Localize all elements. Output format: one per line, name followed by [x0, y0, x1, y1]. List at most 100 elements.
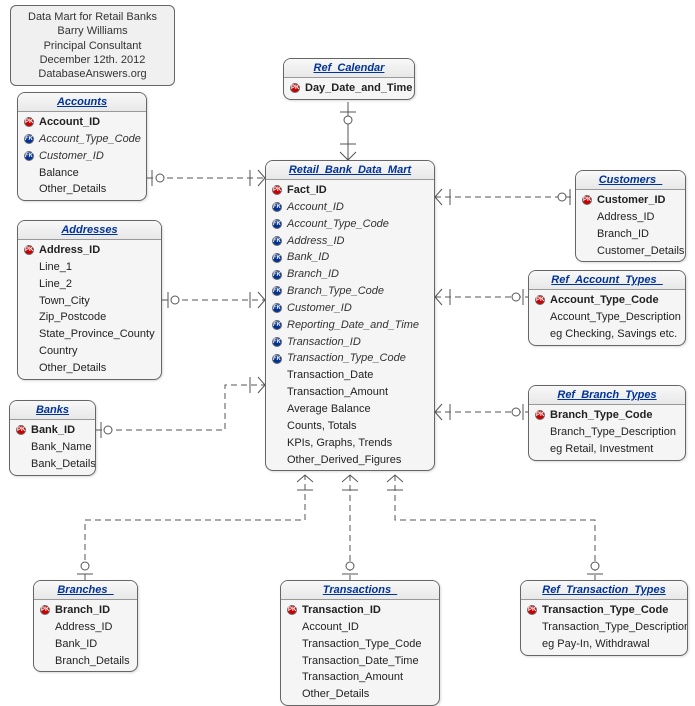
entity-attribute: Other_Details: [18, 181, 146, 198]
info-line: Data Mart for Retail Banks: [19, 10, 166, 24]
entity-attribute: Line_1: [18, 259, 161, 276]
attribute-label: Transaction_ID: [287, 335, 361, 350]
entity-attribute: FKCustomer_ID: [18, 148, 146, 165]
foreign-key-icon: FK: [270, 235, 284, 247]
foreign-key-icon: FK: [270, 269, 284, 281]
entity-attribute: Balance: [18, 165, 146, 182]
entity-attribute: PKBranch_ID: [34, 602, 137, 619]
entity-attribute: PKAccount_Type_Code: [529, 292, 685, 309]
entity-title: Ref_Branch_Types: [529, 386, 685, 405]
entity-attribute: PKBank_ID: [10, 422, 95, 439]
primary-key-icon: PK: [38, 604, 52, 616]
attribute-label: Address_ID: [287, 234, 344, 249]
attribute-label: Bank_ID: [31, 423, 75, 438]
attribute-label: Other_Details: [39, 182, 106, 197]
attribute-label: Address_ID: [39, 243, 100, 258]
entity-attribute: Country: [18, 343, 161, 360]
attribute-label: eg Retail, Investment: [550, 442, 653, 457]
attribute-label: Customer_ID: [39, 149, 104, 164]
entity-attribute: Line_2: [18, 276, 161, 293]
attribute-label: Account_ID: [39, 115, 100, 130]
entity-attribute: PKFact_ID: [266, 182, 434, 199]
attribute-label: Customer_ID: [597, 193, 665, 208]
attribute-label: Bank_Details: [31, 457, 96, 472]
entity-retail-bank-data-mart: Retail_Bank_Data_MartPKFact_IDFKAccount_…: [265, 160, 435, 471]
entity-ref-calendar: Ref_Calendar PKDay_Date_and_Time: [283, 58, 415, 100]
attribute-label: Zip_Postcode: [39, 310, 106, 325]
primary-key-icon: PK: [270, 184, 284, 196]
attribute-label: Account_Type_Description: [550, 310, 681, 325]
entity-attribute: PKTransaction_ID: [281, 602, 439, 619]
attribute-label: KPIs, Graphs, Trends: [287, 436, 392, 451]
entity-attribute: FKBank_ID: [266, 249, 434, 266]
entity-attribute: FKBranch_ID: [266, 266, 434, 283]
attribute-label: Transaction_Amount: [287, 385, 388, 400]
entity-title: Branches_: [34, 581, 137, 600]
entity-attribute: Transaction_Amount: [266, 384, 434, 401]
entity-title: Addresses: [18, 221, 161, 240]
foreign-key-icon: FK: [270, 336, 284, 348]
primary-key-icon: PK: [285, 604, 299, 616]
attribute-label: Balance: [39, 166, 79, 181]
attribute-label: Fact_ID: [287, 183, 327, 198]
entity-title: Ref_Transaction_Types: [521, 581, 687, 600]
attribute-label: Counts, Totals: [287, 419, 357, 434]
entity-attribute: Other_Details: [18, 360, 161, 377]
attribute-label: Other_Details: [39, 361, 106, 376]
foreign-key-icon: FK: [270, 285, 284, 297]
entity-addresses: Addresses PKAddress_ID Line_1 Line_2 Town_Ci…: [17, 220, 162, 380]
entity-title: Banks: [10, 401, 95, 420]
entity-title: Accounts: [18, 93, 146, 112]
entity-transactions: Transactions_PKTransaction_IDAccount_IDT…: [280, 580, 440, 706]
info-box: Data Mart for Retail Banks Barry William…: [10, 5, 175, 86]
info-line: Principal Consultant: [19, 39, 166, 53]
attribute-label: eg Pay-In, Withdrawal: [542, 637, 650, 652]
entity-attribute: FKAccount_ID: [266, 199, 434, 216]
attribute-label: Branch_Type_Description: [550, 425, 676, 440]
attribute-label: Country: [39, 344, 78, 359]
attribute-label: Average Balance: [287, 402, 371, 417]
attribute-label: Transaction_Type_Code: [542, 603, 668, 618]
primary-key-icon: PK: [22, 244, 36, 256]
attribute-label: Town_City: [39, 294, 90, 309]
foreign-key-icon: FK: [270, 252, 284, 264]
entity-attribute: FKTransaction_Type_Code: [266, 350, 434, 367]
info-line: Barry Williams: [19, 24, 166, 38]
entity-attribute: PKDay_Date_and_Time: [284, 80, 414, 97]
primary-key-icon: PK: [22, 116, 36, 128]
entity-ref-transaction-types: Ref_Transaction_Types PKTransaction_Type_…: [520, 580, 688, 656]
entity-attribute: Address_ID: [34, 619, 137, 636]
primary-key-icon: PK: [14, 424, 28, 436]
attribute-label: Day_Date_and_Time: [305, 81, 412, 96]
attribute-label: Other_Details: [302, 687, 369, 702]
foreign-key-icon: FK: [270, 218, 284, 230]
attribute-label: Line_2: [39, 277, 72, 292]
entity-title: Retail_Bank_Data_Mart: [266, 161, 434, 180]
attribute-label: Branch_ID: [287, 267, 339, 282]
attribute-label: Bank_Name: [31, 440, 92, 455]
attribute-label: Reporting_Date_and_Time: [287, 318, 419, 333]
primary-key-icon: PK: [525, 604, 539, 616]
attribute-label: Customer_ID: [287, 301, 352, 316]
attribute-label: Line_1: [39, 260, 72, 275]
entity-accounts: Accounts PKAccount_ID FKAccount_Type_CodeF…: [17, 92, 147, 201]
attribute-label: Account_Type_Code: [39, 132, 141, 147]
attribute-label: Branch_ID: [55, 603, 110, 618]
entity-title: Ref_Calendar: [284, 59, 414, 78]
attribute-label: Account_ID: [287, 200, 344, 215]
entity-attribute: KPIs, Graphs, Trends: [266, 435, 434, 452]
attribute-label: Other_Derived_Figures: [287, 453, 401, 468]
entity-title: Customers_: [576, 171, 685, 190]
foreign-key-icon: FK: [270, 319, 284, 331]
entity-attribute: Bank_Details: [10, 456, 95, 473]
entity-attribute: Customer_Details: [576, 243, 685, 260]
entity-attribute: Other_Details: [281, 686, 439, 703]
attribute-label: Transaction_Date_Time: [302, 654, 419, 669]
entity-attribute: Branch_Type_Description: [529, 424, 685, 441]
entity-attribute: Transaction_Amount: [281, 669, 439, 686]
entity-attribute: Average Balance: [266, 401, 434, 418]
foreign-key-icon: FK: [22, 150, 36, 162]
entity-attribute: Town_City: [18, 293, 161, 310]
attribute-label: Account_Type_Code: [287, 217, 389, 232]
entity-attribute: Bank_Name: [10, 439, 95, 456]
